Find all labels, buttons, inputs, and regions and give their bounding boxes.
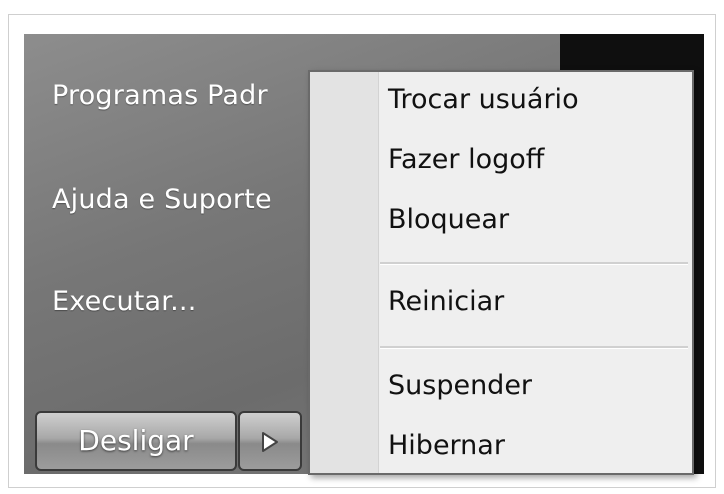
start-item-default-programs[interactable]: Programas Padr <box>52 80 268 111</box>
start-item-help-support[interactable]: Ajuda e Suporte <box>52 184 272 215</box>
menu-item-restart[interactable]: Reiniciar <box>388 286 504 317</box>
shutdown-context-menu: Trocar usuário Fazer logoff Bloquear Rei… <box>308 70 694 475</box>
triangle-right-icon <box>262 432 278 452</box>
menu-item-hibernate[interactable]: Hibernar <box>388 430 505 461</box>
menu-item-switch-user[interactable]: Trocar usuário <box>388 84 579 115</box>
menu-separator <box>380 262 688 265</box>
menu-item-sleep[interactable]: Suspender <box>388 370 532 401</box>
shutdown-button[interactable]: Desligar <box>35 411 237 471</box>
menu-item-lock[interactable]: Bloquear <box>388 204 509 235</box>
menu-item-log-off[interactable]: Fazer logoff <box>388 144 544 175</box>
menu-separator <box>380 346 688 349</box>
shutdown-options-button[interactable] <box>238 411 302 471</box>
start-item-run[interactable]: Executar... <box>52 286 196 317</box>
menu-icon-gutter <box>310 72 379 473</box>
